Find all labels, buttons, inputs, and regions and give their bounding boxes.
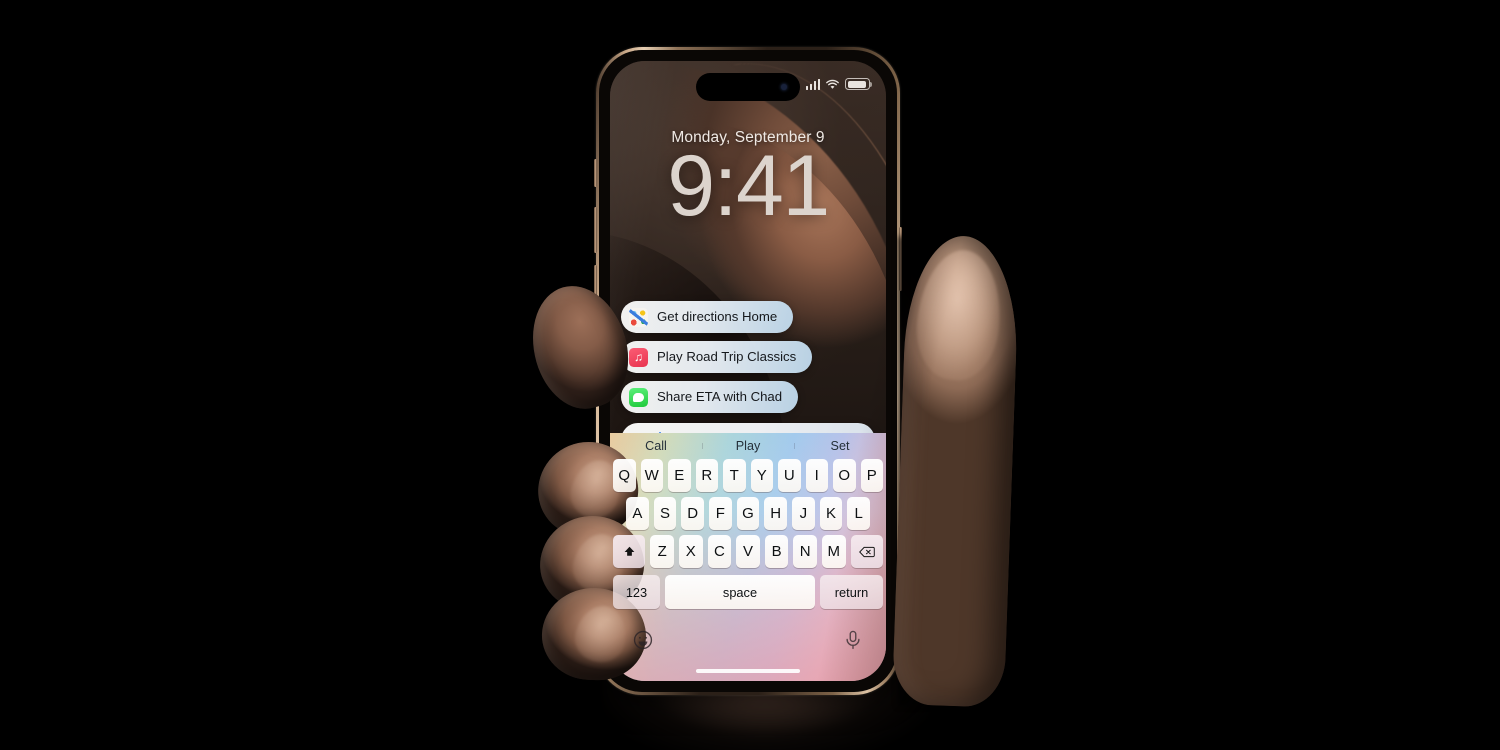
key-t[interactable]: T <box>723 459 746 492</box>
phone-bezel: Monday, September 9 9:41 Get directions … <box>599 50 897 692</box>
wifi-icon <box>825 79 840 90</box>
thumb-shadow <box>898 236 938 706</box>
thumb <box>891 234 1021 708</box>
key-z[interactable]: Z <box>650 535 675 568</box>
predictive-text-bar: Call Play Set <box>610 433 886 459</box>
return-key[interactable]: return <box>820 575 883 609</box>
emoji-icon[interactable] <box>632 629 654 651</box>
key-a[interactable]: A <box>625 497 649 530</box>
key-m[interactable]: M <box>821 535 846 568</box>
key-h[interactable]: H <box>764 497 788 530</box>
suggestion-label: Share ETA with Chad <box>657 389 783 405</box>
prediction-1[interactable]: Play <box>702 439 794 453</box>
onscreen-keyboard: Call Play Set Q W E R T Y U I O P A S D … <box>610 433 886 681</box>
keyboard-row-4: 123 space return <box>610 575 886 609</box>
maps-app-icon <box>629 307 648 327</box>
key-k[interactable]: K <box>819 497 843 530</box>
space-key[interactable]: space <box>665 575 815 609</box>
key-v[interactable]: V <box>736 535 760 568</box>
shift-key[interactable] <box>612 535 646 568</box>
suggestion-label: Get directions Home <box>657 309 778 325</box>
key-y[interactable]: Y <box>750 459 773 492</box>
keyboard-row-3: Z X C V B N M <box>610 535 886 568</box>
numbers-key[interactable]: 123 <box>613 575 660 609</box>
action-button[interactable] <box>594 159 597 187</box>
dynamic-island <box>696 73 800 101</box>
key-c[interactable]: C <box>707 535 732 568</box>
keyboard-row-1: Q W E R T Y U I O P <box>610 459 886 492</box>
key-u[interactable]: U <box>778 459 801 492</box>
key-o[interactable]: O <box>833 459 856 492</box>
lockscreen-time: 9:41 <box>667 138 830 234</box>
messages-app-icon <box>629 387 648 407</box>
status-bar <box>805 78 873 90</box>
key-e[interactable]: E <box>668 459 691 492</box>
keyboard-row-2: A S D F G H J K L <box>610 497 886 530</box>
home-indicator[interactable] <box>696 668 800 673</box>
thumbnail <box>911 246 1007 384</box>
suggestion-chip-directions[interactable]: Get directions Home <box>621 301 794 333</box>
microphone-icon[interactable] <box>842 629 864 651</box>
scene-root: Monday, September 9 9:41 Get directions … <box>0 0 1500 750</box>
delete-key[interactable] <box>850 535 884 568</box>
key-i[interactable]: I <box>805 459 828 492</box>
prediction-2[interactable]: Set <box>794 439 886 453</box>
volume-down-button[interactable] <box>594 265 597 311</box>
prediction-0[interactable]: Call <box>610 439 702 453</box>
key-r[interactable]: R <box>695 459 718 492</box>
key-f[interactable]: F <box>709 497 732 530</box>
key-j[interactable]: J <box>792 497 815 530</box>
battery-icon <box>845 78 873 90</box>
key-w[interactable]: W <box>640 459 663 492</box>
volume-up-button[interactable] <box>594 207 597 253</box>
key-x[interactable]: X <box>679 535 703 568</box>
iphone-device: Monday, September 9 9:41 Get directions … <box>594 47 902 695</box>
key-q[interactable]: Q <box>613 459 636 492</box>
music-app-icon: ♫ <box>629 347 648 367</box>
key-b[interactable]: B <box>764 535 789 568</box>
power-button[interactable] <box>899 227 902 291</box>
cellular-signal-icon <box>805 78 820 90</box>
suggestion-chip-music[interactable]: ♫ Play Road Trip Classics <box>621 341 813 373</box>
key-s[interactable]: S <box>653 497 677 530</box>
suggestion-label: Play Road Trip Classics <box>657 349 797 365</box>
key-d[interactable]: D <box>681 497 704 530</box>
key-g[interactable]: G <box>736 497 760 530</box>
key-l[interactable]: L <box>847 497 871 530</box>
phone-screen: Monday, September 9 9:41 Get directions … <box>610 61 886 681</box>
key-n[interactable]: N <box>793 535 817 568</box>
key-p[interactable]: P <box>860 459 883 492</box>
suggestion-chip-messages[interactable]: Share ETA with Chad <box>621 381 799 413</box>
